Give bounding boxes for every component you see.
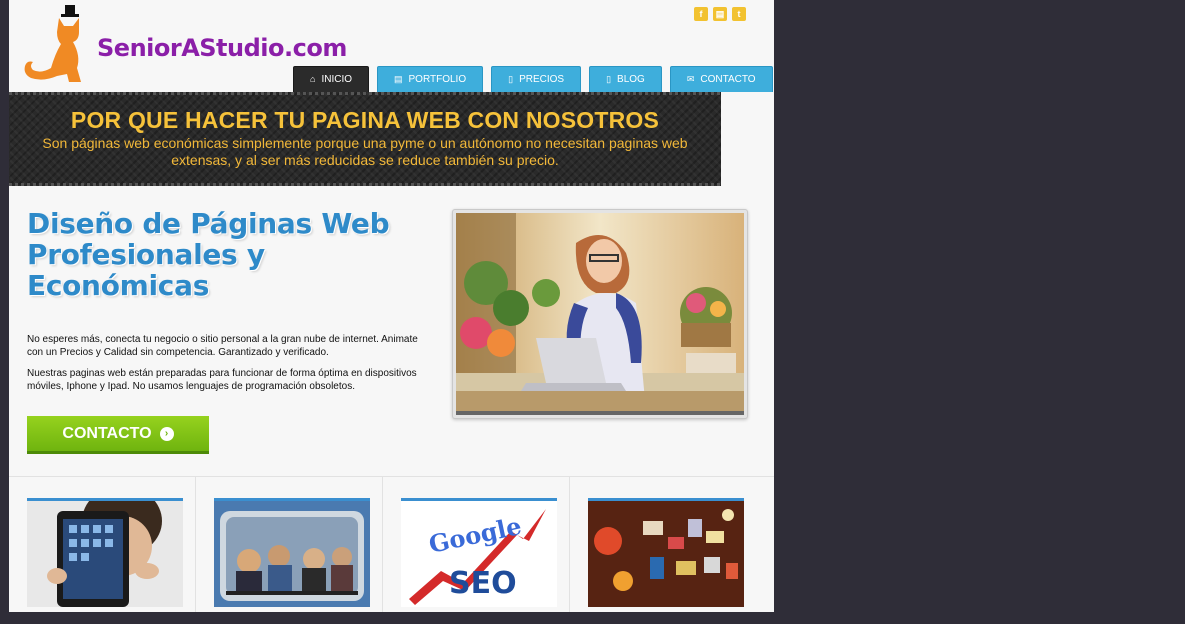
- logo[interactable]: SeniorAStudio.com: [21, 4, 347, 84]
- page: SeniorAStudio.com f ▤ t ⌂ INICIO ▤ PORTF…: [9, 0, 774, 612]
- feature-column: [570, 477, 757, 612]
- seo-text: SEO: [449, 566, 517, 601]
- contact-button-label: CONTACTO: [62, 424, 152, 442]
- nav-item-label: PRECIOS: [519, 74, 565, 85]
- site-header: SeniorAStudio.com f ▤ t ⌂ INICIO ▤ PORTF…: [9, 0, 774, 92]
- page-title: Diseño de Páginas Web Profesionales y Ec…: [27, 207, 390, 302]
- arrow-right-icon: ›: [159, 426, 174, 441]
- logo-text: SeniorAStudio.com: [97, 34, 347, 62]
- seo-image: Google SEO: [401, 501, 557, 607]
- facebook-icon[interactable]: f: [694, 7, 708, 21]
- rss-icon[interactable]: ▤: [713, 7, 727, 21]
- cat-with-top-hat-icon: [24, 5, 82, 82]
- nav-item-label: BLOG: [617, 74, 645, 85]
- mail-icon: ✉: [686, 74, 695, 84]
- subway-thumbnail[interactable]: [214, 498, 370, 607]
- twitter-icon[interactable]: t: [732, 7, 746, 21]
- intro-paragraph: No esperes más, conecta tu negocio o sit…: [27, 334, 418, 358]
- nav-item-label: PORTFOLIO: [408, 74, 467, 85]
- nav-item-label: INICIO: [321, 74, 352, 85]
- promo-banner: POR QUE HACER TU PAGINA WEB CON NOSOTROS…: [9, 92, 774, 186]
- document-icon: ▯: [606, 74, 612, 84]
- hero-image: [456, 213, 744, 411]
- hero-image-frame: [452, 209, 748, 419]
- feature-column: [196, 477, 383, 612]
- mobile-paragraph: Nuestras paginas web están preparadas pa…: [27, 368, 417, 392]
- main-nav: ⌂ INICIO ▤ PORTFOLIO ▯ PRECIOS ▯ BLOG ✉ …: [293, 66, 773, 92]
- document-icon: ▤: [394, 74, 403, 84]
- hero-photo-illustration: [456, 213, 744, 411]
- banner-subtitle: Son páginas web económicas simplemente p…: [42, 135, 688, 168]
- nav-item-precios[interactable]: ▯ PRECIOS: [491, 66, 582, 92]
- feature-column: Google SEO: [383, 477, 570, 612]
- document-icon: ▯: [508, 74, 514, 84]
- home-icon: ⌂: [310, 74, 316, 84]
- signs-image: [588, 501, 744, 607]
- tablet-image: [27, 501, 183, 607]
- image-caption-bar: [456, 411, 744, 415]
- nav-item-portfolio[interactable]: ▤ PORTFOLIO: [377, 66, 484, 92]
- nav-item-contacto[interactable]: ✉ CONTACTO: [669, 66, 773, 92]
- feature-column: [9, 477, 196, 612]
- contact-button[interactable]: CONTACTO ›: [27, 416, 209, 454]
- banner-edge: [721, 92, 774, 186]
- seo-thumbnail[interactable]: Google SEO: [401, 498, 557, 607]
- signs-thumbnail[interactable]: [588, 498, 744, 607]
- nav-item-inicio[interactable]: ⌂ INICIO: [293, 66, 369, 92]
- nav-item-blog[interactable]: ▯ BLOG: [589, 66, 662, 92]
- banner-title: POR QUE HACER TU PAGINA WEB CON NOSOTROS: [70, 107, 660, 133]
- social-links: f ▤ t: [694, 7, 746, 21]
- tablet-thumbnail[interactable]: [27, 498, 183, 607]
- nav-item-label: CONTACTO: [700, 74, 756, 85]
- subway-image: [214, 501, 370, 607]
